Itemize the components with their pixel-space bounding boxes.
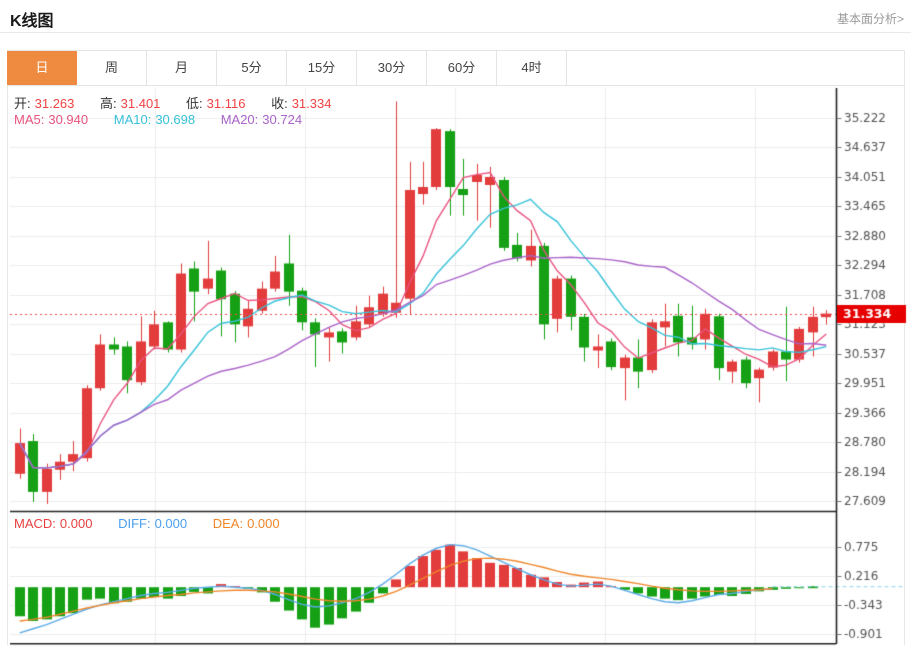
diff-label: DIFF: (118, 516, 151, 531)
ma5-value: 30.940 (48, 112, 88, 127)
ma20-label: MA20: (221, 112, 259, 127)
open-value: 31.263 (35, 96, 75, 111)
low-value: 31.116 (207, 96, 246, 111)
tab-60min[interactable]: 60分 (427, 51, 497, 85)
tab-5min[interactable]: 5分 (217, 51, 287, 85)
open-label: 开: (14, 96, 31, 111)
macd-legend: MACD: 0.000 DIFF: 0.000 DEA: 0.000 (14, 516, 284, 531)
close-value: 31.334 (292, 96, 332, 111)
period-tabbar: 日 周 月 5分 15分 30分 60分 4时 (7, 50, 904, 86)
tab-15min[interactable]: 15分 (287, 51, 357, 85)
tab-month[interactable]: 月 (147, 51, 217, 85)
ma5-label: MA5: (14, 112, 44, 127)
tab-4hour[interactable]: 4时 (497, 51, 567, 85)
ma10-label: MA10: (114, 112, 152, 127)
tab-30min[interactable]: 30分 (357, 51, 427, 85)
macd-value: 0.000 (60, 516, 93, 531)
dea-label: DEA: (213, 516, 243, 531)
tab-day[interactable]: 日 (7, 51, 77, 85)
close-label: 收: (271, 96, 288, 111)
macd-label: MACD: (14, 516, 56, 531)
fundamental-analysis-link[interactable]: 基本面分析> (837, 10, 904, 27)
dea-value: 0.000 (247, 516, 280, 531)
ma10-value: 30.698 (155, 112, 195, 127)
ohlc-legend: 开: 31.263 高: 31.401 低: 31.116 收: 31.334 (14, 93, 335, 112)
high-value: 31.401 (121, 96, 161, 111)
high-label: 高: (100, 96, 117, 111)
tab-week[interactable]: 周 (77, 51, 147, 85)
low-label: 低: (186, 96, 203, 111)
kline-page: { "header": { "title": "K线图", "link_labe… (0, 0, 911, 647)
title-divider (0, 32, 911, 33)
ma-legend: MA5: 30.940 MA10:30.698 MA20:30.724 (14, 112, 306, 127)
diff-value: 0.000 (155, 516, 188, 531)
page-title: K线图 (10, 7, 54, 31)
ma20-value: 30.724 (262, 112, 302, 127)
